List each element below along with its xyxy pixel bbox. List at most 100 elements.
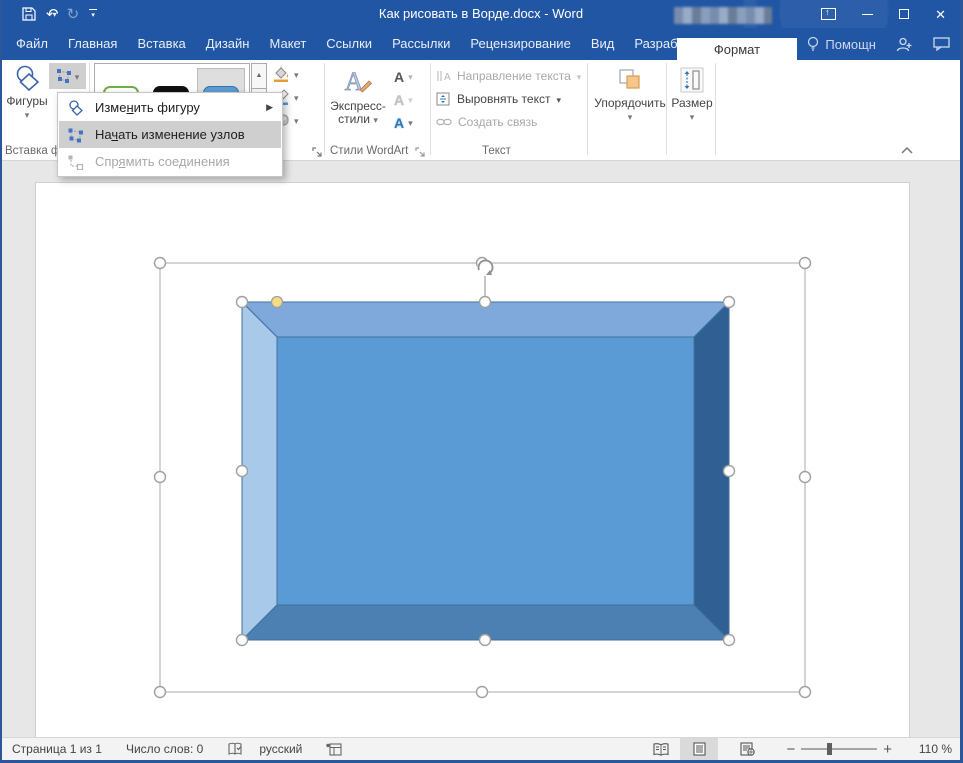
text-outline-button-disabled: A▾ (394, 91, 413, 108)
tab-row-right: Помощн (807, 28, 950, 60)
align-text-icon (436, 92, 451, 106)
quick-styles-button[interactable]: А Экспресс-стили ▾ (330, 66, 386, 127)
adjust-handle-yellow[interactable] (272, 297, 283, 308)
status-right: − + 110 % (642, 738, 952, 760)
comments-icon[interactable] (933, 37, 950, 51)
paint-bucket-icon (272, 66, 290, 82)
web-layout-icon (740, 742, 755, 756)
zoom-percentage[interactable]: 110 % (904, 742, 952, 756)
group-separator (587, 63, 588, 155)
share-person-icon[interactable] (896, 37, 913, 52)
svg-text:A: A (444, 72, 451, 83)
size-button[interactable]: Размер ▾ (670, 67, 714, 123)
tab-file[interactable]: Файл (6, 28, 58, 60)
proofing-status-icon[interactable] (227, 742, 243, 757)
tab-design[interactable]: Дизайн (196, 28, 260, 60)
word-count[interactable]: Число слов: 0 (126, 742, 203, 756)
align-text-button[interactable]: Выровнять текст ▾ (436, 91, 581, 107)
group-separator (430, 63, 431, 155)
page-indicator[interactable]: Страница 1 из 1 (12, 742, 102, 756)
zoom-in-button[interactable]: + (877, 741, 898, 758)
wordart-group-label: Стили WordArt (330, 145, 408, 157)
text-group-buttons: A Направление текста ▾ Выровнять текст ▾ (436, 68, 581, 130)
gallery-scroll-up[interactable]: ▲ (251, 63, 267, 89)
arrange-button[interactable]: Упорядочить ▾ (594, 67, 666, 123)
title-bar: ↶ ▾ ↻ ▾ Как рисовать в Ворде.docx - Word… (2, 0, 960, 28)
canvas-handle[interactable] (155, 472, 166, 483)
dialog-launcher-icon[interactable] (415, 147, 425, 157)
tab-view[interactable]: Вид (581, 28, 625, 60)
macro-recording-icon[interactable] (326, 743, 342, 756)
tab-mailings[interactable]: Рассылки (382, 28, 460, 60)
edit-shape-button-pressed[interactable]: ▾ (49, 63, 86, 89)
minimize-icon[interactable] (862, 14, 873, 15)
tab-insert[interactable]: Вставка (127, 28, 195, 60)
maximize-icon[interactable] (899, 9, 909, 19)
ribbon-display-options-icon[interactable] (821, 8, 836, 20)
bevel-frame-shape[interactable] (242, 302, 729, 640)
change-shape-icon (65, 100, 85, 116)
shape-handle[interactable] (724, 635, 735, 646)
tab-references[interactable]: Ссылки (316, 28, 382, 60)
canvas-handle[interactable] (477, 687, 488, 698)
status-left: Страница 1 из 1 Число слов: 0 русский (12, 742, 342, 757)
bevel-inner-face[interactable] (277, 337, 694, 605)
canvas-handle[interactable] (155, 258, 166, 269)
tab-list: Файл Главная Вставка Дизайн Макет Ссылки… (6, 28, 720, 60)
read-mode-icon (653, 743, 669, 756)
edit-points-icon (65, 127, 85, 143)
edit-shape-dropdown-icon: ▾ (75, 72, 80, 83)
arrange-icon (617, 67, 643, 93)
shape-handle[interactable] (237, 635, 248, 646)
edit-points-icon (56, 68, 72, 84)
status-bar: Страница 1 из 1 Число слов: 0 русский (2, 737, 960, 760)
tab-review[interactable]: Рецензирование (460, 28, 580, 60)
text-direction-button-disabled: A Направление текста ▾ (436, 68, 581, 84)
canvas-handle[interactable] (800, 687, 811, 698)
shape-handle[interactable] (237, 466, 248, 477)
shape-handle[interactable] (480, 635, 491, 646)
menu-item-change-shape[interactable]: Изменить фигуру ▶ (59, 94, 281, 121)
shapes-button[interactable]: Фигуры ▾ (6, 65, 48, 121)
wordart-text-buttons: A▾ A▾ A▾ (394, 68, 413, 131)
close-icon[interactable]: ✕ (935, 8, 946, 21)
dialog-launcher-icon[interactable] (312, 147, 322, 157)
zoom-slider-thumb[interactable] (827, 743, 832, 755)
shape-handle[interactable] (724, 466, 735, 477)
read-mode-button[interactable] (642, 738, 680, 760)
tab-home[interactable]: Главная (58, 28, 127, 60)
text-direction-icon: A (436, 69, 451, 83)
language-indicator[interactable]: русский (259, 742, 302, 756)
collapse-ribbon-icon[interactable] (900, 146, 914, 154)
rotate-handle-icon[interactable] (477, 260, 493, 276)
zoom-out-button[interactable]: − (780, 741, 801, 758)
save-icon[interactable] (22, 7, 36, 21)
lightbulb-icon (807, 36, 819, 52)
document-area[interactable] (2, 161, 960, 737)
tab-layout[interactable]: Макет (259, 28, 316, 60)
zoom-slider-track[interactable] (801, 748, 877, 750)
menu-item-edit-points[interactable]: Начать изменение узлов (59, 121, 281, 148)
wordart-quick-styles-icon: А (343, 66, 373, 96)
canvas-handle[interactable] (155, 687, 166, 698)
menu-item-straighten-connectors: Спрямить соединения (59, 148, 281, 175)
text-fill-button[interactable]: A▾ (394, 68, 413, 85)
customize-qat-icon[interactable]: ▾ (89, 9, 97, 19)
tab-format-active[interactable]: Формат (677, 38, 797, 60)
shape-handle[interactable] (480, 297, 491, 308)
blurred-contextual-badge (674, 7, 772, 24)
print-layout-button-selected[interactable] (680, 738, 718, 760)
submenu-arrow-icon: ▶ (266, 102, 273, 113)
text-effects-button[interactable]: A▾ (394, 114, 413, 131)
shape-fill-button[interactable]: ▾ (272, 65, 299, 83)
undo-dropdown-icon[interactable]: ▾ (53, 10, 57, 19)
shape-handle[interactable] (724, 297, 735, 308)
tell-me-assistant[interactable]: Помощн (807, 36, 876, 52)
window-title: Как рисовать в Ворде.docx - Word (2, 0, 960, 28)
canvas-handle[interactable] (800, 472, 811, 483)
web-layout-button[interactable] (728, 738, 766, 760)
redo-icon: ↻ (67, 7, 80, 22)
shape-handle[interactable] (237, 297, 248, 308)
canvas-handle[interactable] (800, 258, 811, 269)
drawing-canvas (2, 161, 963, 737)
